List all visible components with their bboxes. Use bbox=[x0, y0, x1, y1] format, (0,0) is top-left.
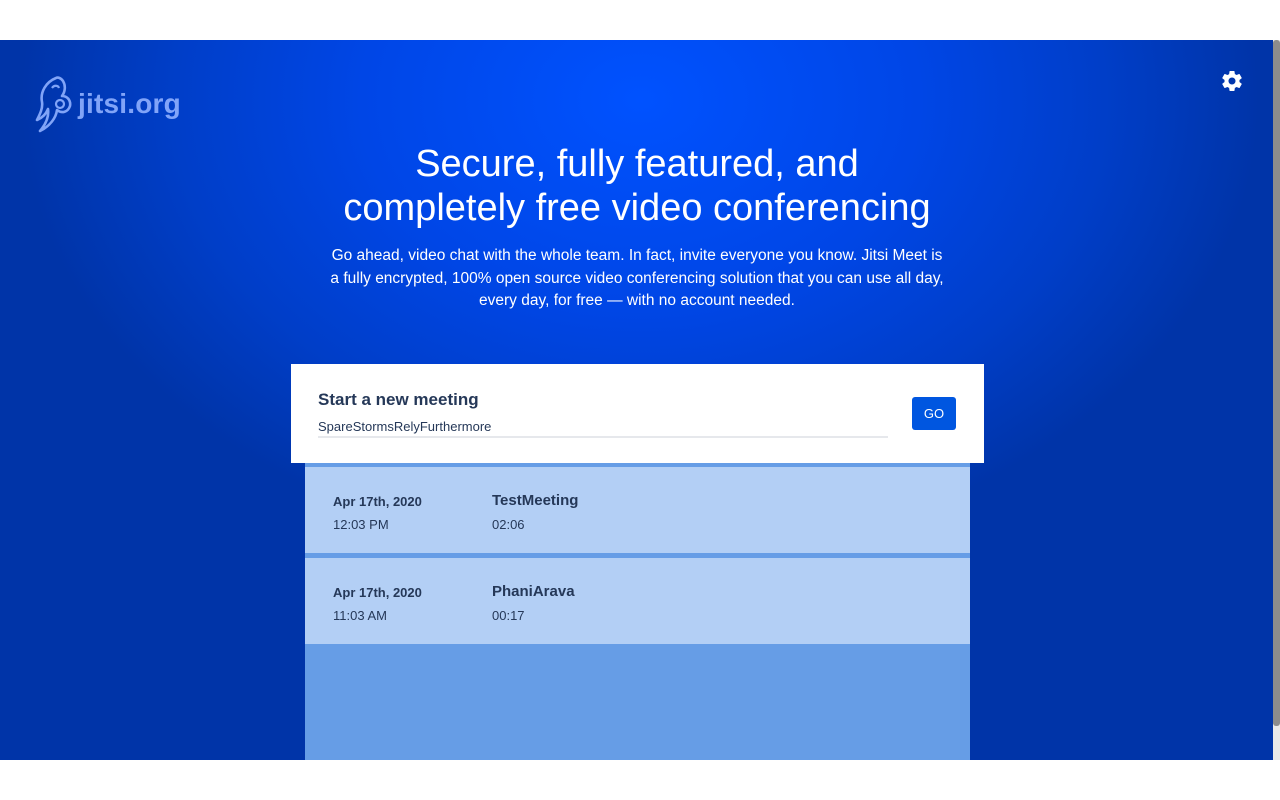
welcome-page: jitsi.org Secure, fully featured, and co… bbox=[0, 40, 1273, 760]
meeting-title: TestMeeting bbox=[492, 492, 579, 509]
enter-room-title: Start a new meeting bbox=[318, 390, 479, 409]
go-button[interactable]: GO bbox=[912, 397, 956, 430]
hero-description: Go ahead, video chat with the whole team… bbox=[330, 247, 944, 309]
meeting-duration: 02:06 bbox=[492, 517, 525, 532]
hero-title-line-2: completely free video conferencing bbox=[343, 187, 931, 229]
hero-title-line-1: Secure, fully featured, and bbox=[415, 143, 859, 185]
meeting-duration: 00:17 bbox=[492, 608, 525, 623]
settings-button[interactable] bbox=[1220, 69, 1244, 93]
top-blank-area bbox=[0, 0, 1280, 40]
meeting-title: PhaniArava bbox=[492, 583, 575, 600]
bottom-blank-area bbox=[0, 760, 1280, 800]
enter-room-card: Start a new meeting GO bbox=[291, 364, 984, 463]
list-item[interactable]: Apr 17th, 2020 11:03 AM PhaniArava 00:17 bbox=[305, 558, 970, 644]
jitsi-logo[interactable]: jitsi.org bbox=[34, 74, 194, 134]
meeting-date: Apr 17th, 2020 bbox=[333, 494, 422, 509]
jitsi-logo-icon bbox=[35, 76, 72, 133]
gear-icon bbox=[1222, 70, 1242, 91]
meeting-date: Apr 17th, 2020 bbox=[333, 585, 422, 600]
recent-meetings-list: Apr 17th, 2020 12:03 PM TestMeeting 02:0… bbox=[305, 463, 970, 760]
list-item[interactable]: Apr 17th, 2020 12:03 PM TestMeeting 02:0… bbox=[305, 467, 970, 553]
scrollbar-thumb[interactable] bbox=[1273, 40, 1280, 726]
meeting-time: 11:03 AM bbox=[333, 608, 387, 623]
hero-title: Secure, fully featured, and completely f… bbox=[290, 142, 984, 230]
room-name-input[interactable] bbox=[318, 416, 888, 438]
logo-text: jitsi.org bbox=[78, 88, 181, 119]
meeting-time: 12:03 PM bbox=[333, 517, 389, 532]
